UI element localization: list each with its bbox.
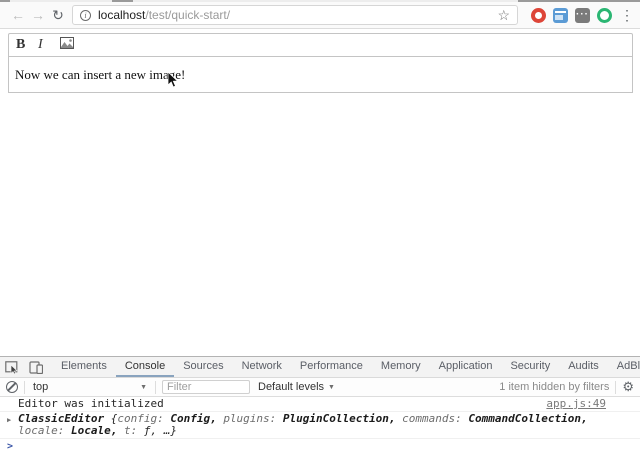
tab-audits[interactable]: Audits — [559, 357, 608, 377]
image-icon — [60, 37, 74, 49]
red-circle-extension-icon[interactable] — [531, 8, 546, 23]
devtools-panel: Elements Console Sources Network Perform… — [0, 356, 640, 454]
tab-security[interactable]: Security — [501, 357, 559, 377]
expand-arrow-icon[interactable]: ▶ — [7, 414, 11, 426]
forward-icon[interactable]: → — [28, 7, 48, 23]
toolbar-separator — [155, 381, 156, 394]
rich-text-editor: B I Now we can insert a new image! — [8, 33, 633, 93]
url-host: localhost — [98, 8, 145, 22]
italic-button[interactable]: I — [38, 37, 60, 53]
mouse-cursor — [167, 71, 178, 88]
log-text: Editor was initialized — [18, 397, 164, 410]
log-levels-selector[interactable]: Default levels ▼ — [258, 381, 335, 393]
filter-input[interactable] — [162, 380, 250, 394]
bold-button[interactable]: B — [16, 37, 38, 53]
insert-image-button[interactable] — [60, 37, 82, 54]
url-path: /test/quick-start/ — [145, 8, 230, 22]
console-toolbar: top ▼ Default levels ▼ 1 item hidden by … — [0, 378, 640, 397]
console-prompt-chevron: > — [7, 441, 13, 453]
console-log-row: Editor was initialized app.js:49 — [0, 397, 640, 412]
console-messages: Editor was initialized app.js:49 ▶ Class… — [0, 397, 640, 443]
tab-sources[interactable]: Sources — [174, 357, 232, 377]
object-value: Locale, — [71, 424, 117, 437]
reload-icon[interactable]: ↻ — [48, 7, 68, 24]
context-label: top — [33, 381, 48, 393]
bookmark-star-icon[interactable]: ☆ — [497, 7, 510, 24]
object-key: locale: — [18, 424, 64, 437]
tab-console[interactable]: Console — [116, 357, 174, 377]
blue-window-extension-icon[interactable] — [553, 8, 568, 23]
gear-icon[interactable]: ⚙ — [622, 379, 634, 395]
gray-more-extension-icon[interactable] — [575, 8, 590, 23]
tab-performance[interactable]: Performance — [291, 357, 372, 377]
browser-menu-icon[interactable]: ⋮ — [620, 7, 632, 24]
console-prompt-row[interactable]: > — [0, 439, 640, 443]
object-key: plugins: — [223, 412, 276, 425]
object-value: CommandCollection, — [468, 412, 587, 425]
device-toolbar-button[interactable] — [24, 357, 48, 377]
url-text[interactable]: localhost/test/quick-start/ — [98, 8, 493, 22]
editor-text: Now we can insert a new image! — [15, 67, 185, 82]
tab-application[interactable]: Application — [430, 357, 502, 377]
inspect-element-button[interactable] — [0, 357, 24, 377]
page-info-icon[interactable]: i — [80, 10, 91, 21]
hidden-items-note: 1 item hidden by filters — [499, 381, 609, 393]
object-ellipsis: …} — [164, 424, 177, 437]
editor-toolbar: B I — [8, 33, 633, 57]
source-link[interactable]: app.js:49 — [546, 398, 606, 410]
inspect-icon — [5, 361, 19, 374]
browser-window: ← → ↻ i localhost/test/quick-start/ ☆ ⋮ … — [0, 0, 640, 454]
tab-elements[interactable]: Elements — [52, 357, 116, 377]
tab-memory[interactable]: Memory — [372, 357, 430, 377]
devtools-tab-bar: Elements Console Sources Network Perform… — [0, 357, 640, 378]
execution-context-selector[interactable]: top ▼ — [31, 381, 149, 393]
tab-adblock[interactable]: AdBlock — [608, 357, 640, 377]
back-icon[interactable]: ← — [8, 7, 28, 23]
chevron-down-icon: ▼ — [328, 384, 335, 391]
tab-network[interactable]: Network — [233, 357, 291, 377]
toolbar-separator — [615, 381, 616, 394]
toolbar-separator — [24, 381, 25, 394]
object-value: Config, — [170, 412, 216, 425]
device-toolbar-icon — [29, 361, 43, 374]
chevron-down-icon: ▼ — [140, 384, 147, 391]
object-key: commands: — [402, 412, 462, 425]
object-key: t: — [124, 424, 137, 437]
console-object-row: ▶ ClassicEditor {config: Config, plugins… — [0, 412, 640, 439]
url-bar[interactable]: i localhost/test/quick-start/ ☆ — [72, 5, 518, 25]
browser-toolbar: ← → ↻ i localhost/test/quick-start/ ☆ ⋮ — [0, 2, 640, 29]
editor-content-area[interactable]: Now we can insert a new image! — [8, 57, 633, 93]
levels-label: Default levels — [258, 381, 324, 393]
clear-console-icon[interactable] — [6, 381, 18, 393]
green-circle-extension-icon[interactable] — [597, 8, 612, 23]
object-value: PluginCollection, — [283, 412, 396, 425]
object-function-value: ƒ, — [144, 424, 157, 437]
